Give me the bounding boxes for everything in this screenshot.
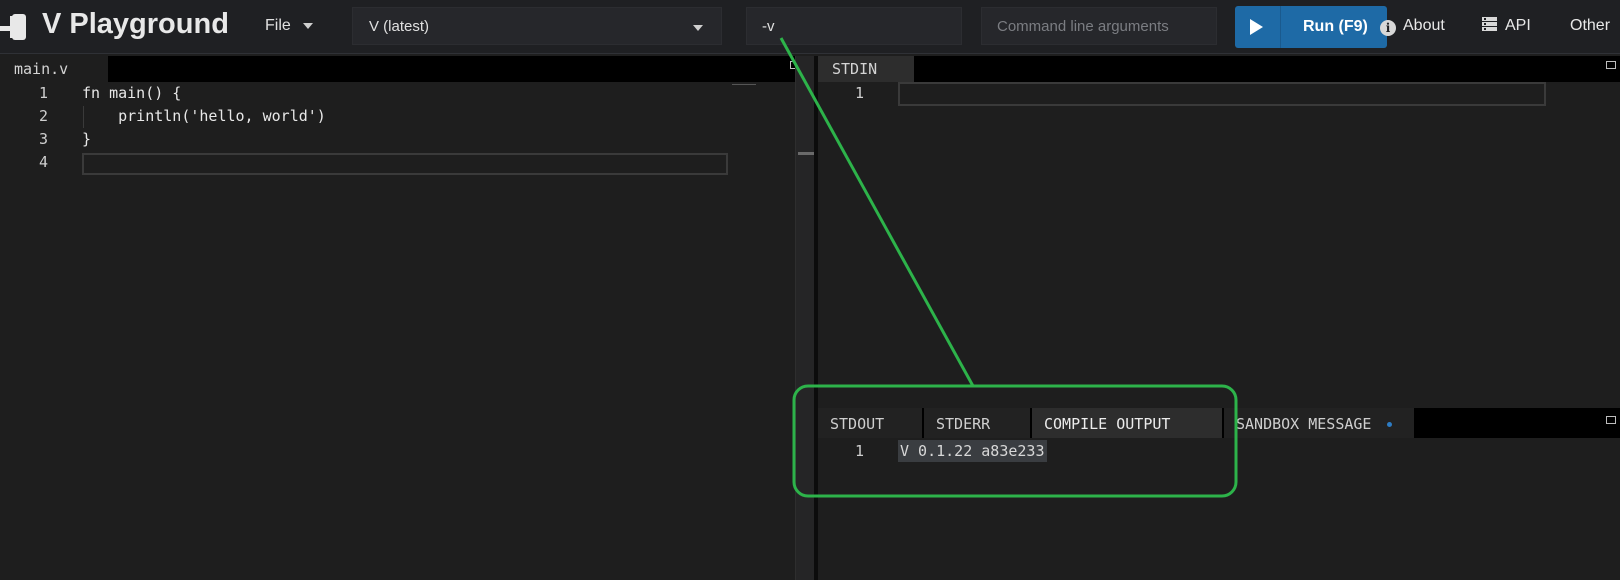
run-button-divider [1280,6,1281,48]
code-line[interactable]: fn main() { [82,84,181,102]
line-number: 2 [38,107,48,125]
stdin-tab-bar: STDIN [818,56,1620,82]
chevron-down-icon [302,22,313,29]
tab-compile-output[interactable]: COMPILE OUTPUT [1032,408,1222,438]
code-line[interactable]: } [82,130,91,148]
output-tab-bar: STDOUT STDERR COMPILE OUTPUT SANDBOX MES… [818,408,1620,438]
chevron-down-icon [693,25,703,31]
info-icon: i [1380,20,1396,36]
minimap[interactable] [728,82,795,580]
api-link[interactable]: API [1482,17,1531,35]
tab-stdin[interactable]: STDIN [818,56,914,82]
api-label: API [1505,17,1531,34]
top-bar: V Playground File V (latest) Run (F9) iA… [0,0,1620,54]
compile-output-view[interactable]: 1 V 0.1.22 a83e233 [818,438,1620,580]
tab-sandbox-message-label: SANDBOX MESSAGE [1236,415,1372,433]
line-number: 1 [854,442,864,460]
tab-stdout[interactable]: STDOUT [818,408,922,438]
line-number: 4 [38,153,48,171]
command-line-args-input[interactable] [981,7,1217,45]
tab-main-v[interactable]: main.v [0,56,108,82]
stdin-editor[interactable]: 1 [818,82,1620,408]
run-button[interactable]: Run (F9) [1235,6,1387,48]
compiler-flags-input[interactable] [746,7,962,45]
line-number: 1 [38,84,48,102]
maximize-icon[interactable] [1606,61,1616,69]
line-number: 3 [38,130,48,148]
tab-stderr[interactable]: STDERR [924,408,1030,438]
play-icon [1250,19,1263,35]
code-editor[interactable]: 1 2 3 4 fn main() { println('hello, worl… [0,82,795,580]
scrollbar-thumb[interactable] [798,152,814,155]
app-title[interactable]: V Playground [42,8,229,41]
current-line-highlight [82,153,728,175]
unread-dot [1387,422,1393,427]
file-menu[interactable]: File [265,17,313,35]
editor-tab-bar: main.v [0,56,800,82]
version-select[interactable]: V (latest) [352,7,722,45]
run-button-label: Run (F9) [1303,18,1368,35]
maximize-icon[interactable] [1606,416,1616,424]
version-select-value: V (latest) [369,18,430,35]
file-menu-label: File [265,17,291,34]
current-line-highlight [898,82,1546,106]
code-line[interactable]: println('hello, world') [82,107,326,125]
other-menu[interactable]: Other [1570,17,1610,35]
about-label: About [1403,17,1445,34]
minimap-slider[interactable] [732,84,756,85]
line-number: 1 [854,84,864,102]
about-link[interactable]: i About [1380,17,1445,36]
api-icon [1482,17,1497,31]
compile-output-text: V 0.1.22 a83e233 [898,440,1047,462]
tab-sandbox-message[interactable]: SANDBOX MESSAGE [1224,408,1414,438]
gavel-icon [0,14,26,40]
